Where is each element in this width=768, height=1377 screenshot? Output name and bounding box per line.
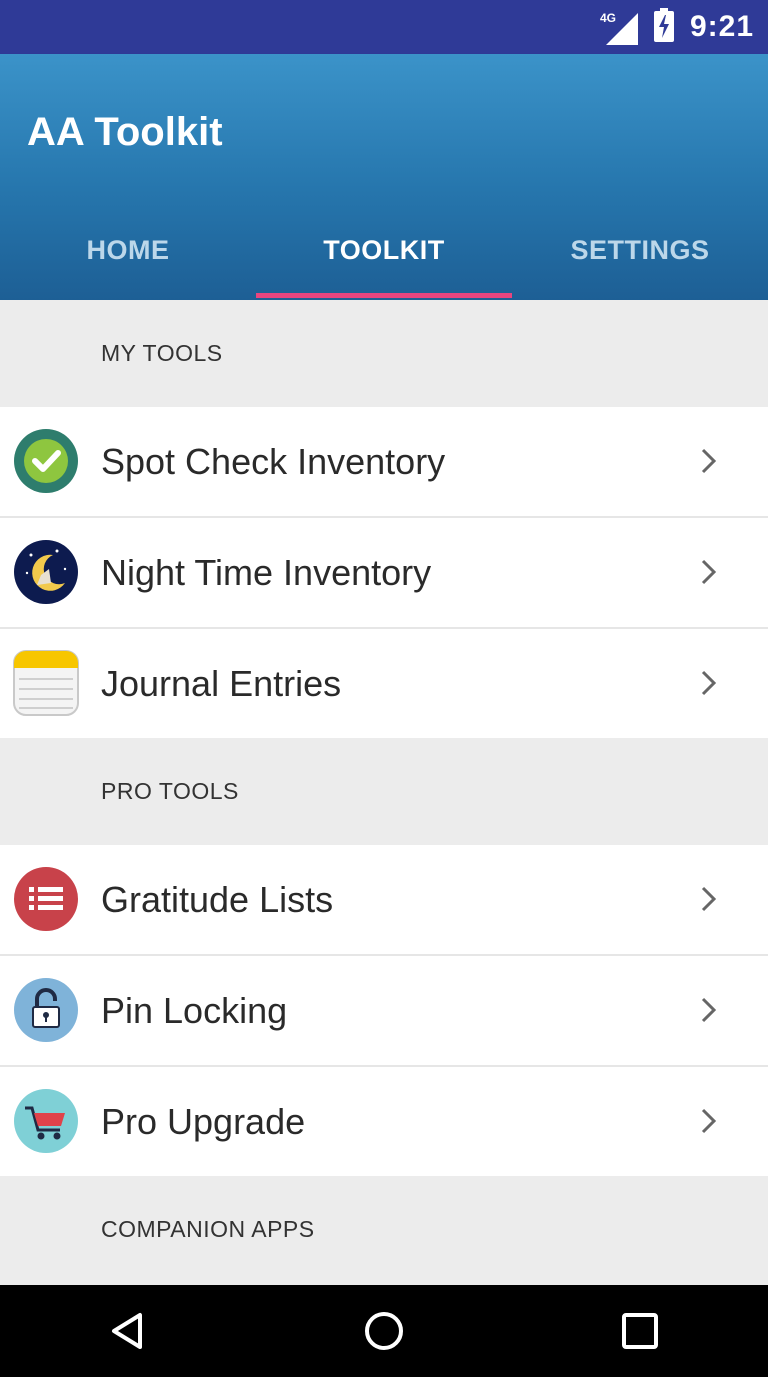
toolkit-list[interactable]: MY TOOLS Spot Check Inventory Night Time…: [0, 300, 768, 1285]
notepad-icon: [13, 650, 79, 716]
list-item-pro-upgrade[interactable]: Pro Upgrade: [0, 1067, 768, 1176]
list-item-label: Journal Entries: [101, 662, 342, 704]
section-header-pro-tools: PRO TOOLS: [101, 778, 239, 804]
tab-toolkit[interactable]: TOOLKIT: [256, 200, 512, 300]
status-bar: 4G 9:21: [0, 0, 768, 54]
list-item-label: Gratitude Lists: [101, 878, 334, 920]
battery-charging-icon: [653, 7, 674, 47]
clock: 9:21: [689, 10, 754, 43]
recents-square-icon: [622, 1313, 658, 1349]
list-item-night-time-inventory[interactable]: Night Time Inventory: [0, 518, 768, 629]
lock-icon: [13, 977, 79, 1043]
list-item-label: Night Time Inventory: [101, 551, 432, 593]
my-tools-group: Spot Check Inventory Night Time Inventor…: [0, 407, 768, 738]
home-circle-icon: [365, 1312, 403, 1350]
navigation-bar: [0, 1285, 768, 1377]
list-item-label: Spot Check Inventory: [101, 440, 446, 482]
chevron-right-icon: [701, 1108, 717, 1134]
list-item-label: Pro Upgrade: [101, 1100, 306, 1142]
section-header-my-tools: MY TOOLS: [101, 340, 223, 366]
list-item-pin-locking[interactable]: Pin Locking: [0, 956, 768, 1067]
list-item-label: Pin Locking: [101, 989, 288, 1031]
list-icon: [13, 866, 79, 932]
cell-signal-icon: 4G: [600, 7, 640, 47]
section-header-companion-apps: COMPANION APPS: [101, 1216, 315, 1242]
moon-night-icon: [13, 539, 79, 605]
chevron-right-icon: [701, 670, 717, 696]
tab-bar: HOME TOOLKIT SETTINGS: [0, 200, 768, 300]
back-button[interactable]: [68, 1285, 188, 1377]
list-item-gratitude-lists[interactable]: Gratitude Lists: [0, 845, 768, 956]
shopping-cart-icon: [13, 1088, 79, 1154]
pro-tools-group: Gratitude Lists Pin Locking Pro Upgrade: [0, 845, 768, 1176]
chevron-right-icon: [701, 886, 717, 912]
list-item-journal-entries[interactable]: Journal Entries: [0, 629, 768, 738]
tab-home[interactable]: HOME: [0, 200, 256, 300]
tab-settings[interactable]: SETTINGS: [512, 200, 768, 300]
chevron-right-icon: [701, 559, 717, 585]
app-bar: AA Toolkit HOME TOOLKIT SETTINGS: [0, 54, 768, 300]
app-title: AA Toolkit: [27, 110, 223, 154]
recents-button[interactable]: [580, 1285, 700, 1377]
back-triangle-icon: [112, 1313, 142, 1349]
home-button[interactable]: [324, 1285, 444, 1377]
chevron-right-icon: [701, 448, 717, 474]
check-circle-icon: [13, 428, 79, 494]
chevron-right-icon: [701, 997, 717, 1023]
status-indicators: 4G 9:21: [600, 0, 754, 54]
network-type: 4G: [599, 11, 616, 25]
list-item-spot-check-inventory[interactable]: Spot Check Inventory: [0, 407, 768, 518]
